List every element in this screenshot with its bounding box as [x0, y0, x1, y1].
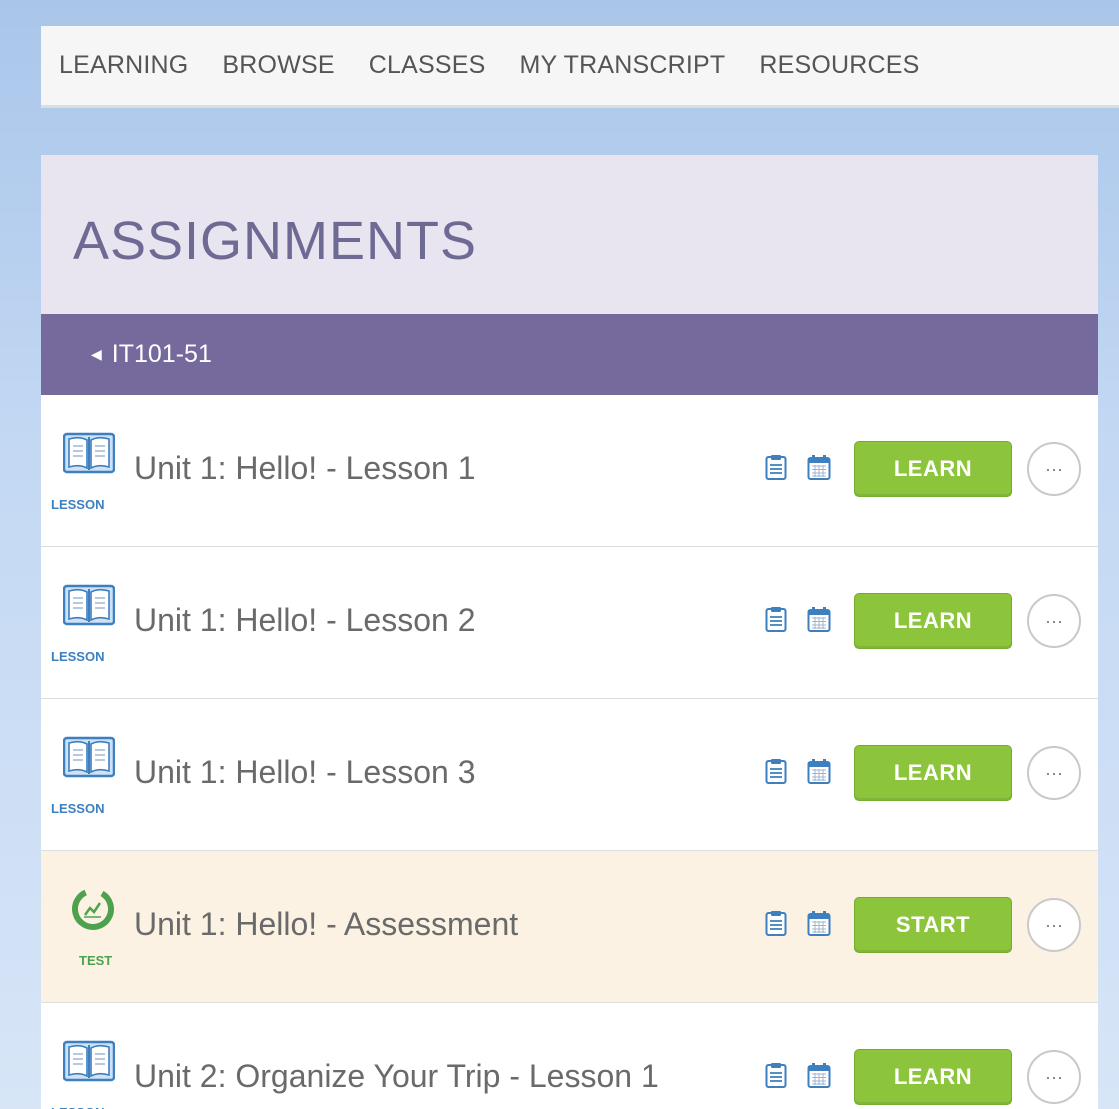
assignment-title[interactable]: Unit 1: Hello! - Lesson 3	[134, 754, 476, 791]
type-label: LESSON	[51, 801, 105, 816]
learn-button[interactable]: LEARN	[854, 745, 1012, 801]
learn-button[interactable]: LEARN	[854, 593, 1012, 649]
caret-left-icon: ◀	[91, 346, 102, 362]
start-button[interactable]: START	[854, 897, 1012, 953]
lesson-type: LESSON	[49, 431, 129, 512]
learn-button[interactable]: LEARN	[854, 441, 1012, 497]
lesson-type: LESSON	[49, 583, 129, 664]
more-options-icon[interactable]: ···	[1027, 898, 1081, 952]
more-options-icon[interactable]: ···	[1027, 1050, 1081, 1104]
class-name: IT101-51	[111, 340, 212, 368]
assignments-panel: ASSIGNMENTS ◀ IT101-51 LESSON Unit 1: Hel…	[41, 155, 1098, 1109]
assignment-row[interactable]: TEST Unit 1: Hello! - Assessment START ···	[41, 851, 1098, 1003]
top-navigation: LEARNING BROWSE CLASSES MY TRANSCRIPT RE…	[41, 26, 1119, 108]
more-options-icon[interactable]: ···	[1027, 746, 1081, 800]
assignment-row[interactable]: LESSON Unit 1: Hello! - Lesson 3 LEARN ···	[41, 699, 1098, 851]
class-toggle[interactable]: ◀ IT101-51	[41, 314, 1098, 395]
test-type: TEST	[49, 887, 129, 968]
nav-learning[interactable]: LEARNING	[59, 51, 188, 80]
page-title: ASSIGNMENTS	[73, 210, 478, 271]
type-label: LESSON	[51, 649, 105, 664]
clipboard-icon[interactable]	[765, 454, 787, 485]
clipboard-icon[interactable]	[765, 606, 787, 637]
calendar-icon[interactable]	[807, 758, 831, 789]
nav-classes[interactable]: CLASSES	[369, 51, 486, 80]
assignment-row[interactable]: LESSON Unit 1: Hello! - Lesson 2 LEARN ···	[41, 547, 1098, 699]
more-options-icon[interactable]: ···	[1027, 442, 1081, 496]
clipboard-icon[interactable]	[765, 1062, 787, 1093]
type-label: TEST	[79, 953, 113, 968]
more-options-icon[interactable]: ···	[1027, 594, 1081, 648]
type-label: LESSON	[51, 497, 105, 512]
nav-resources[interactable]: RESOURCES	[759, 51, 919, 80]
assignment-list: LESSON Unit 1: Hello! - Lesson 1 LEARN ··· L…	[41, 395, 1098, 1109]
assignment-title[interactable]: Unit 1: Hello! - Assessment	[134, 906, 518, 943]
nav-my-transcript[interactable]: MY TRANSCRIPT	[519, 51, 725, 80]
assignment-row[interactable]: LESSON Unit 1: Hello! - Lesson 1 LEARN ···	[41, 395, 1098, 547]
assignment-title[interactable]: Unit 2: Organize Your Trip - Lesson 1	[134, 1058, 659, 1095]
panel-header: ASSIGNMENTS	[41, 155, 1098, 314]
calendar-icon[interactable]	[807, 1062, 831, 1093]
nav-browse[interactable]: BROWSE	[222, 51, 334, 80]
clipboard-icon[interactable]	[765, 910, 787, 941]
assignment-row[interactable]: LESSON Unit 2: Organize Your Trip - Lesso…	[41, 1003, 1098, 1109]
calendar-icon[interactable]	[807, 910, 831, 941]
calendar-icon[interactable]	[807, 606, 831, 637]
learn-button[interactable]: LEARN	[854, 1049, 1012, 1105]
lesson-type: LESSON	[49, 1039, 129, 1109]
type-label: LESSON	[49, 1105, 131, 1109]
lesson-type: LESSON	[49, 735, 129, 816]
calendar-icon[interactable]	[807, 454, 831, 485]
assignment-title[interactable]: Unit 1: Hello! - Lesson 1	[134, 450, 476, 487]
assignment-title[interactable]: Unit 1: Hello! - Lesson 2	[134, 602, 476, 639]
clipboard-icon[interactable]	[765, 758, 787, 789]
